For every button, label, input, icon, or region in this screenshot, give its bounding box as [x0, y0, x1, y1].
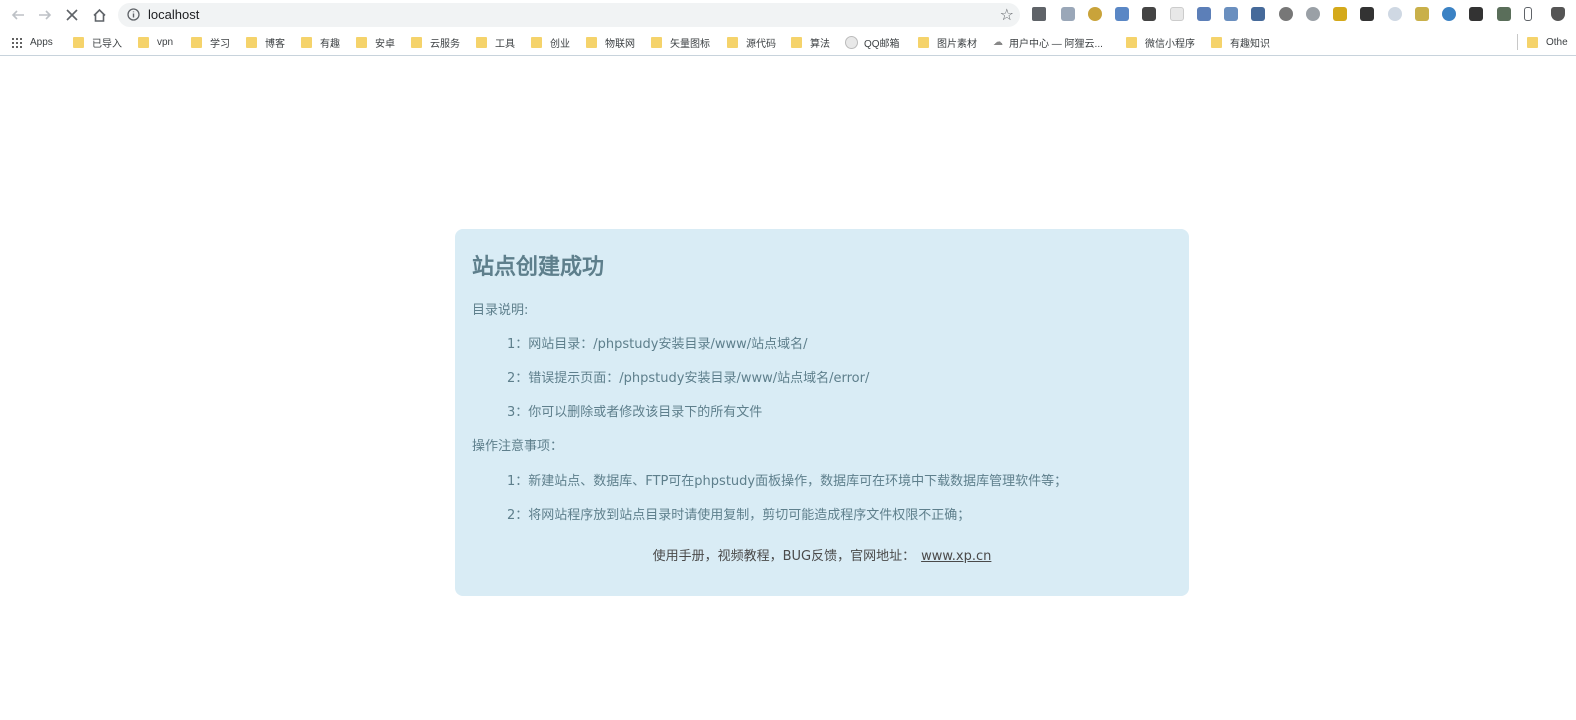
bookmark-user-center[interactable]: ☁ 用户中心 — 阿狸云...: [993, 35, 1103, 50]
folder-icon: [586, 37, 597, 48]
stop-loading-button[interactable]: [61, 4, 83, 26]
directory-item: 2：错误提示页面：/phpstudy安装目录/www/站点域名/error/: [507, 371, 870, 386]
extension-icon[interactable]: [1415, 7, 1429, 21]
folder-icon: [138, 37, 149, 48]
bookmark-folder[interactable]: 矢量图标: [651, 35, 710, 50]
page-title: 站点创建成功: [472, 255, 605, 280]
bookmark-folder[interactable]: 安卓: [356, 35, 395, 50]
bookmark-folder[interactable]: 已导入: [73, 35, 122, 50]
bookmark-folder[interactable]: 微信小程序: [1126, 35, 1195, 50]
cloud-icon: ☁: [993, 37, 1003, 48]
bookmark-other[interactable]: Othe: [1527, 35, 1568, 50]
download-icon[interactable]: [1360, 7, 1374, 21]
extension-icon[interactable]: [1251, 7, 1265, 21]
extension-icon[interactable]: [1170, 7, 1184, 21]
extension-icon[interactable]: [1469, 7, 1483, 21]
cloud-icon[interactable]: [1388, 7, 1402, 21]
extension-icon[interactable]: [1197, 7, 1211, 21]
bookmark-folder[interactable]: 学习: [191, 35, 230, 50]
home-button[interactable]: [88, 4, 110, 26]
bookmark-folder[interactable]: 工具: [476, 35, 515, 50]
operations-item: 1：新建站点、数据库、FTP可在phpstudy面板操作，数据库可在环境中下载数…: [507, 474, 1068, 489]
bookmark-folder[interactable]: 云服务: [411, 35, 460, 50]
directory-heading: 目录说明:: [472, 303, 529, 318]
footer-text: 使用手册，视频教程，BUG反馈，官网地址：: [652, 549, 916, 564]
extension-icon[interactable]: [1279, 7, 1293, 21]
bookmark-folder[interactable]: 有趣: [301, 35, 340, 50]
folder-icon: [411, 37, 422, 48]
bookmark-folder[interactable]: 图片素材: [918, 35, 977, 50]
bookmark-folder[interactable]: vpn: [138, 35, 173, 50]
forward-button[interactable]: [34, 4, 56, 26]
bookmarks-bar: Apps 已导入 vpn 学习 博客 有趣 安卓 云服务 工具 创业 物联网 矢…: [0, 30, 1576, 56]
extension-icon[interactable]: [1442, 7, 1456, 21]
folder-icon: [191, 37, 202, 48]
extension-icon[interactable]: [1088, 7, 1102, 21]
folder-icon: [301, 37, 312, 48]
browser-toolbar: localhost ☆: [0, 0, 1576, 30]
folder-icon: [246, 37, 257, 48]
url-text[interactable]: localhost: [148, 7, 199, 22]
folder-icon: [727, 37, 738, 48]
bookmark-qq-mail[interactable]: QQ邮箱: [845, 35, 900, 50]
bookmark-folder[interactable]: 算法: [791, 35, 830, 50]
folder-icon: [1126, 37, 1137, 48]
bookmark-folder[interactable]: 有趣知识: [1211, 35, 1270, 50]
extension-icon[interactable]: [1061, 7, 1075, 21]
directory-item: 3：你可以删除或者修改该目录下的所有文件: [507, 405, 763, 420]
folder-icon: [918, 37, 929, 48]
shield-icon[interactable]: [1551, 7, 1565, 21]
bookmarks-separator: [1517, 34, 1518, 50]
bookmark-folder[interactable]: 创业: [531, 35, 570, 50]
extension-icon[interactable]: [1224, 7, 1238, 21]
arrow-left-icon: [11, 10, 24, 20]
arrow-right-icon: [39, 10, 52, 20]
folder-icon: [1527, 37, 1538, 48]
success-card: 站点创建成功 目录说明: 1：网站目录：/phpstudy安装目录/www/站点…: [455, 229, 1189, 596]
qq-mail-icon: [845, 36, 858, 49]
directory-item: 1：网站目录：/phpstudy安装目录/www/站点域名/: [507, 337, 808, 352]
close-icon: [66, 9, 78, 21]
folder-icon: [1211, 37, 1222, 48]
extension-icon[interactable]: [1142, 7, 1156, 21]
info-icon[interactable]: [127, 8, 140, 21]
folder-icon: [476, 37, 487, 48]
folder-icon: [531, 37, 542, 48]
bookmark-apps[interactable]: Apps: [11, 35, 53, 50]
footer: 使用手册，视频教程，BUG反馈，官网地址： www.xp.cn: [455, 545, 1189, 564]
folder-icon: [356, 37, 367, 48]
bookmark-star-icon[interactable]: ☆: [1000, 6, 1014, 24]
official-site-link[interactable]: www.xp.cn: [921, 549, 991, 564]
extension-puzzle-icon[interactable]: [1032, 7, 1046, 21]
folder-icon: [651, 37, 662, 48]
folder-icon: [73, 37, 84, 48]
operations-item: 2：将网站程序放到站点目录时请使用复制，剪切可能造成程序文件权限不正确；: [507, 508, 971, 523]
back-button[interactable]: [7, 4, 29, 26]
bookmark-icon[interactable]: [1524, 7, 1532, 21]
operations-heading: 操作注意事项：: [472, 439, 564, 454]
apps-grid-icon: [11, 37, 22, 48]
bookmark-folder[interactable]: 物联网: [586, 35, 635, 50]
bookmark-folder[interactable]: 博客: [246, 35, 285, 50]
home-icon: [92, 8, 106, 22]
extension-icon[interactable]: [1306, 7, 1320, 21]
extension-icon[interactable]: [1497, 7, 1511, 21]
extension-jh-icon[interactable]: [1115, 7, 1129, 21]
folder-icon: [791, 37, 802, 48]
bookmark-folder[interactable]: 源代码: [727, 35, 776, 50]
address-bar[interactable]: localhost ☆: [118, 3, 1020, 27]
extension-icon[interactable]: [1333, 7, 1347, 21]
